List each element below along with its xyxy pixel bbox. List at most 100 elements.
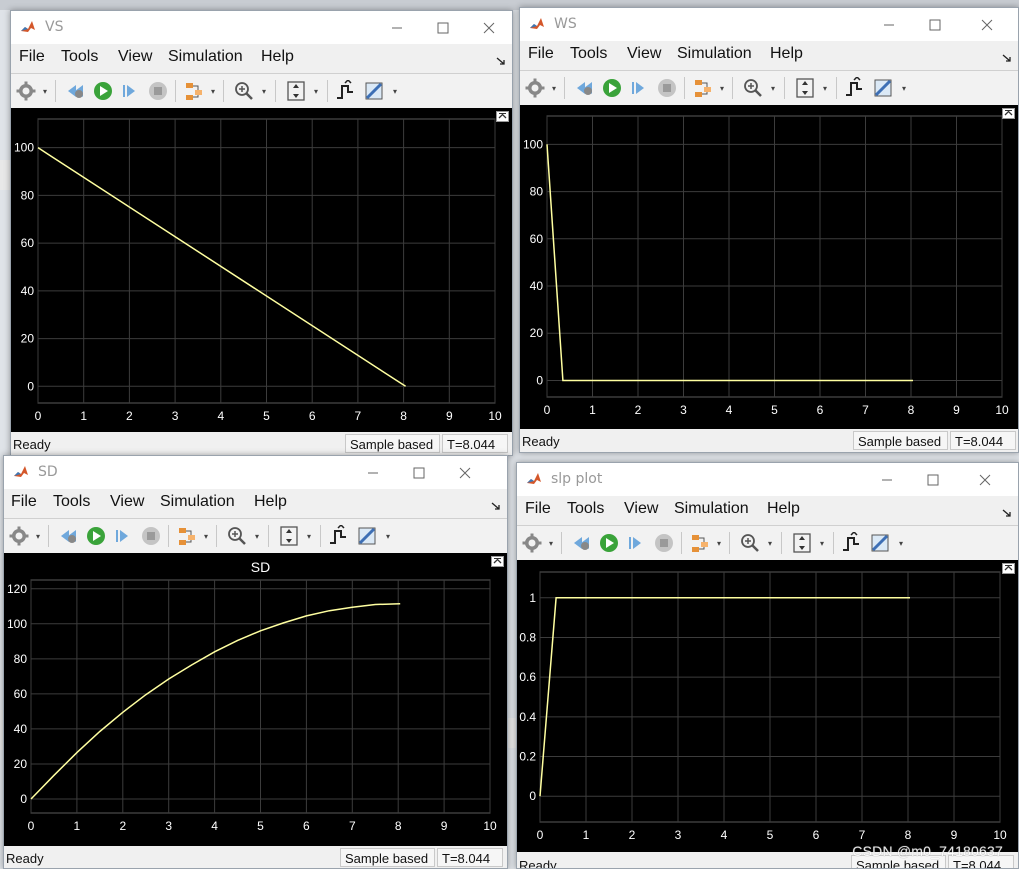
step-forward-icon[interactable] bbox=[112, 525, 134, 547]
menu-view[interactable]: View bbox=[118, 48, 152, 66]
zoom-in-icon[interactable] bbox=[742, 77, 764, 99]
menu-file[interactable]: File bbox=[525, 500, 551, 518]
menu-simulation[interactable]: Simulation bbox=[677, 45, 752, 63]
settings-gear-icon[interactable] bbox=[8, 525, 30, 547]
expand-toolbar-icon[interactable] bbox=[1002, 563, 1015, 574]
measure-ruler-icon[interactable] bbox=[869, 532, 891, 554]
menu-tools[interactable]: Tools bbox=[61, 48, 98, 66]
trigger-icon[interactable] bbox=[334, 80, 356, 102]
maximize-button[interactable] bbox=[420, 11, 466, 44]
signal-hierarchy-icon[interactable] bbox=[176, 525, 198, 547]
scale-dropdown-arrow[interactable]: ▾ bbox=[818, 534, 826, 552]
scale-axes-icon[interactable] bbox=[794, 77, 816, 99]
plot-area[interactable]: 0 1 2 3 4 5 6 7 8 9 10 0 20 40 60 80 100 bbox=[11, 108, 512, 432]
close-button[interactable] bbox=[466, 11, 512, 44]
zoom-in-icon[interactable] bbox=[739, 532, 761, 554]
maximize-button[interactable] bbox=[912, 8, 958, 41]
trigger-icon[interactable] bbox=[843, 77, 865, 99]
settings-dropdown-arrow[interactable]: ▾ bbox=[41, 82, 49, 100]
menu-help[interactable]: Help bbox=[261, 48, 294, 66]
zoom-in-icon[interactable] bbox=[226, 525, 248, 547]
pin-icon[interactable] bbox=[1002, 508, 1012, 518]
run-icon[interactable] bbox=[601, 77, 623, 99]
zoom-dropdown-arrow[interactable]: ▾ bbox=[253, 527, 261, 545]
plot-area[interactable]: 0 1 2 3 4 5 6 7 8 9 10 0 0.2 0.4 0.6 0.8 1 bbox=[517, 560, 1018, 852]
signal-dropdown-arrow[interactable]: ▾ bbox=[209, 82, 217, 100]
scale-dropdown-arrow[interactable]: ▾ bbox=[305, 527, 313, 545]
signal-dropdown-arrow[interactable]: ▾ bbox=[715, 534, 723, 552]
menu-simulation[interactable]: Simulation bbox=[168, 48, 243, 66]
close-button[interactable] bbox=[442, 456, 488, 489]
expand-toolbar-icon[interactable] bbox=[496, 111, 509, 122]
minimize-button[interactable] bbox=[374, 11, 420, 44]
settings-dropdown-arrow[interactable]: ▾ bbox=[547, 534, 555, 552]
settings-gear-icon[interactable] bbox=[521, 532, 543, 554]
title-bar[interactable]: slp plot bbox=[517, 463, 1018, 496]
scale-dropdown-arrow[interactable]: ▾ bbox=[312, 82, 320, 100]
run-icon[interactable] bbox=[92, 80, 114, 102]
scale-dropdown-arrow[interactable]: ▾ bbox=[821, 79, 829, 97]
step-forward-icon[interactable] bbox=[119, 80, 141, 102]
menu-file[interactable]: File bbox=[11, 493, 37, 511]
measure-dropdown-arrow[interactable]: ▾ bbox=[384, 527, 392, 545]
measure-dropdown-arrow[interactable]: ▾ bbox=[897, 534, 905, 552]
stop-icon[interactable] bbox=[147, 80, 169, 102]
minimize-button[interactable] bbox=[350, 456, 396, 489]
trigger-icon[interactable] bbox=[327, 525, 349, 547]
measure-ruler-icon[interactable] bbox=[363, 80, 385, 102]
minimize-button[interactable] bbox=[864, 463, 910, 496]
expand-toolbar-icon[interactable] bbox=[1002, 108, 1015, 119]
plot-area[interactable]: 0 1 2 3 4 5 6 7 8 9 10 0 20 40 60 80 100 bbox=[520, 105, 1018, 429]
menu-tools[interactable]: Tools bbox=[570, 45, 607, 63]
pin-icon[interactable] bbox=[1002, 53, 1012, 63]
menu-tools[interactable]: Tools bbox=[53, 493, 90, 511]
step-forward-icon[interactable] bbox=[628, 77, 650, 99]
settings-gear-icon[interactable] bbox=[15, 80, 37, 102]
pin-icon[interactable] bbox=[496, 56, 506, 66]
signal-dropdown-arrow[interactable]: ▾ bbox=[718, 79, 726, 97]
close-button[interactable] bbox=[962, 463, 1008, 496]
title-bar[interactable]: VS bbox=[11, 11, 512, 44]
title-bar[interactable]: SD bbox=[4, 456, 507, 489]
close-button[interactable] bbox=[964, 8, 1010, 41]
menu-simulation[interactable]: Simulation bbox=[160, 493, 235, 511]
maximize-button[interactable] bbox=[396, 456, 442, 489]
menu-view[interactable]: View bbox=[627, 45, 661, 63]
step-back-icon[interactable] bbox=[65, 80, 87, 102]
scale-axes-icon[interactable] bbox=[278, 525, 300, 547]
signal-hierarchy-icon[interactable] bbox=[689, 532, 711, 554]
run-icon[interactable] bbox=[598, 532, 620, 554]
stop-icon[interactable] bbox=[656, 77, 678, 99]
menu-help[interactable]: Help bbox=[770, 45, 803, 63]
signal-dropdown-arrow[interactable]: ▾ bbox=[202, 527, 210, 545]
expand-toolbar-icon[interactable] bbox=[491, 556, 504, 567]
settings-dropdown-arrow[interactable]: ▾ bbox=[34, 527, 42, 545]
menu-tools[interactable]: Tools bbox=[567, 500, 604, 518]
scale-axes-icon[interactable] bbox=[791, 532, 813, 554]
signal-hierarchy-icon[interactable] bbox=[183, 80, 205, 102]
menu-view[interactable]: View bbox=[110, 493, 144, 511]
step-back-icon[interactable] bbox=[571, 532, 593, 554]
measure-ruler-icon[interactable] bbox=[356, 525, 378, 547]
signal-hierarchy-icon[interactable] bbox=[692, 77, 714, 99]
measure-dropdown-arrow[interactable]: ▾ bbox=[391, 82, 399, 100]
trigger-icon[interactable] bbox=[840, 532, 862, 554]
measure-dropdown-arrow[interactable]: ▾ bbox=[900, 79, 908, 97]
stop-icon[interactable] bbox=[140, 525, 162, 547]
menu-help[interactable]: Help bbox=[254, 493, 287, 511]
menu-help[interactable]: Help bbox=[767, 500, 800, 518]
settings-dropdown-arrow[interactable]: ▾ bbox=[550, 79, 558, 97]
zoom-dropdown-arrow[interactable]: ▾ bbox=[769, 79, 777, 97]
menu-view[interactable]: View bbox=[624, 500, 658, 518]
zoom-dropdown-arrow[interactable]: ▾ bbox=[766, 534, 774, 552]
zoom-in-icon[interactable] bbox=[233, 80, 255, 102]
menu-simulation[interactable]: Simulation bbox=[674, 500, 749, 518]
scale-axes-icon[interactable] bbox=[285, 80, 307, 102]
menu-file[interactable]: File bbox=[19, 48, 45, 66]
stop-icon[interactable] bbox=[653, 532, 675, 554]
menu-file[interactable]: File bbox=[528, 45, 554, 63]
plot-area[interactable]: 0 1 2 3 4 5 6 7 8 9 10 0 20 40 60 80 100 120 SD bbox=[4, 553, 507, 846]
settings-gear-icon[interactable] bbox=[524, 77, 546, 99]
zoom-dropdown-arrow[interactable]: ▾ bbox=[260, 82, 268, 100]
measure-ruler-icon[interactable] bbox=[872, 77, 894, 99]
